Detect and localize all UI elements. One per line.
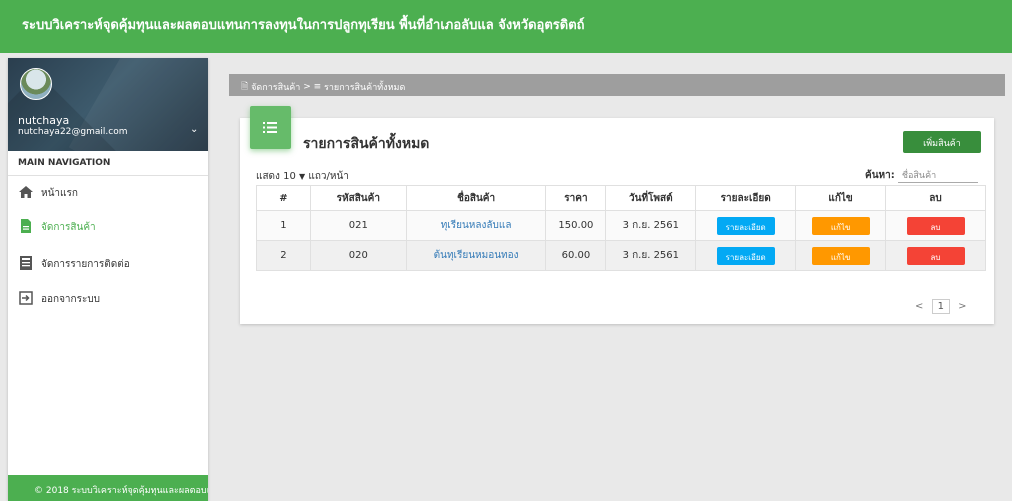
logout-icon — [19, 291, 33, 305]
file-icon: 🗎 — [241, 82, 249, 92]
show-label: แสดง — [256, 171, 280, 182]
search-control: ค้นหา: ชื่อสินค้า — [865, 168, 978, 183]
delete-button[interactable]: ลบ — [906, 246, 965, 265]
contacts-icon — [20, 256, 32, 270]
post-date: 3 ก.ย. 2561 — [605, 210, 697, 241]
post-date: 3 ก.ย. 2561 — [605, 240, 697, 271]
list-icon: ≡ — [313, 82, 322, 92]
edit-button[interactable]: แก้ไข — [811, 246, 870, 265]
column-header[interactable]: ลบ — [885, 185, 986, 211]
sidebar-item-home[interactable]: หน้าแรก — [8, 180, 208, 206]
column-header[interactable]: ราคา — [545, 185, 607, 211]
sidebar-item-label: จัดการรายการติดต่อ — [41, 259, 130, 270]
edit-button[interactable]: แก้ไข — [811, 216, 870, 235]
product-table: # รหัสสินค้า ชื่อสินค้า ราคา วันที่โพสต์… — [256, 185, 986, 271]
column-header[interactable]: ชื่อสินค้า — [405, 185, 547, 211]
top-navbar: ระบบวิเคราะห์จุดคุ้มทุนและผลตอบแทนการลงท… — [0, 0, 1012, 53]
column-header[interactable]: แก้ไข — [795, 185, 887, 211]
search-input[interactable]: ชื่อสินค้า — [897, 168, 978, 183]
sidebar-item-label: ออกจากระบบ — [41, 294, 101, 305]
sidebar-item-products[interactable]: จัดการสินค้า — [8, 214, 208, 240]
detail-button[interactable]: รายละเอียด — [716, 246, 775, 265]
column-header[interactable]: วันที่โพสต์ — [605, 185, 697, 211]
breadcrumb-parent[interactable]: จัดการสินค้า — [251, 83, 300, 93]
prev-page-button[interactable]: < — [915, 301, 923, 312]
product-price: 150.00 — [545, 210, 607, 241]
product-code: 021 — [309, 210, 407, 241]
user-name: nutchaya — [18, 114, 70, 127]
page-button-current[interactable]: 1 — [931, 299, 950, 314]
pagination: < 1 > — [915, 299, 967, 314]
page-length-control: แสดง 10 ▼ แถว/หน้า — [256, 169, 349, 184]
user-email: nutchaya22@gmail.com — [18, 127, 128, 137]
row-number: 2 — [256, 240, 311, 271]
detail-button[interactable]: รายละเอียด — [716, 216, 775, 235]
page-length-select[interactable]: 10 — [283, 171, 296, 182]
product-list-card: รายการสินค้าทั้งหมด เพิ่มสินค้า แสดง 10 … — [240, 118, 994, 324]
app-title: ระบบวิเคราะห์จุดคุ้มทุนและผลตอบแทนการลงท… — [22, 18, 585, 33]
product-name-link[interactable]: ต้นทุเรียนหมอนทอง — [434, 250, 519, 261]
home-icon — [19, 186, 33, 198]
breadcrumb-separator: > — [303, 82, 311, 92]
table-header-row: # รหัสสินค้า ชื่อสินค้า ราคา วันที่โพสต์… — [256, 185, 986, 211]
sidebar: nutchaya nutchaya22@gmail.com ⌄ MAIN NAV… — [8, 58, 208, 501]
sidebar-item-label: จัดการสินค้า — [41, 222, 96, 233]
column-header[interactable]: รหัสสินค้า — [309, 185, 407, 211]
nav-header: MAIN NAVIGATION — [8, 151, 208, 176]
add-product-button[interactable]: เพิ่มสินค้า — [903, 131, 981, 153]
column-header[interactable]: # — [256, 185, 311, 211]
delete-button[interactable]: ลบ — [906, 216, 965, 235]
sidebar-item-label: หน้าแรก — [41, 188, 78, 199]
file-icon — [21, 219, 31, 233]
per-page-label: แถว/หน้า — [308, 171, 349, 182]
chevron-down-icon[interactable]: ▼ — [299, 172, 305, 181]
breadcrumb-current: รายการสินค้าทั้งหมด — [324, 83, 406, 93]
row-number: 1 — [256, 210, 311, 241]
product-price: 60.00 — [545, 240, 607, 271]
user-panel: nutchaya nutchaya22@gmail.com ⌄ — [8, 58, 208, 151]
list-icon — [263, 122, 277, 133]
product-code: 020 — [309, 240, 407, 271]
sidebar-item-logout[interactable]: ออกจากระบบ — [8, 286, 208, 312]
avatar — [20, 68, 52, 100]
next-page-button[interactable]: > — [958, 301, 966, 312]
sidebar-item-contacts[interactable]: จัดการรายการติดต่อ — [8, 251, 208, 277]
table-row: 2 020 ต้นทุเรียนหมอนทอง 60.00 3 ก.ย. 256… — [256, 240, 986, 271]
search-label: ค้นหา: — [865, 170, 895, 181]
table-row: 1 021 ทุเรียนหลงลับแล 150.00 3 ก.ย. 2561… — [256, 210, 986, 241]
user-menu-chevron-icon[interactable]: ⌄ — [190, 124, 198, 135]
product-name-link[interactable]: ทุเรียนหลงลับแล — [441, 220, 512, 231]
page-title: รายการสินค้าทั้งหมด — [303, 136, 430, 152]
breadcrumb: 🗎 จัดการสินค้า > ≡ รายการสินค้าทั้งหมด — [229, 74, 1005, 96]
column-header[interactable]: รายละเอียด — [695, 185, 797, 211]
card-badge — [250, 106, 291, 149]
sidebar-footer: © 2018 ระบบวิเคราะห์จุดคุ้มทุนและผลตอบแ — [8, 475, 208, 501]
